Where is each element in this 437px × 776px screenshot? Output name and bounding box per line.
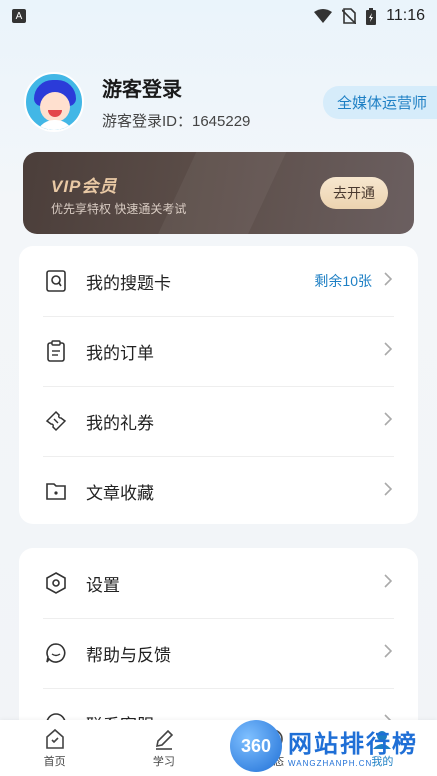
nav-label: 学习 xyxy=(152,755,175,768)
menu-item-orders[interactable]: 我的订单 xyxy=(19,316,418,386)
folder-favorite-icon xyxy=(45,480,67,502)
chevron-right-icon xyxy=(384,481,393,501)
menu-item-label: 文章收藏 xyxy=(86,483,154,503)
vip-subtitle: 优先享特权 快速通关考试 xyxy=(51,202,187,216)
chevron-right-icon xyxy=(384,341,393,361)
app-notification-icon: A xyxy=(12,9,26,23)
nav-label: 首页 xyxy=(43,755,66,768)
role-badge[interactable]: 全媒体运营师 xyxy=(322,86,437,119)
menu-item-help-feedback[interactable]: 帮助与反馈 xyxy=(19,618,418,688)
battery-icon xyxy=(366,7,377,25)
study-pencil-icon xyxy=(155,729,174,750)
menu-card-main: 我的搜题卡 剩余10张 我的订单 我的礼券 文章收藏 xyxy=(19,246,418,524)
menu-item-label: 设置 xyxy=(86,575,120,595)
vip-activate-button[interactable]: 去开通 xyxy=(320,177,388,209)
no-sim-icon xyxy=(342,8,357,24)
status-bar: A 11:16 xyxy=(0,0,437,32)
vip-title: VIP会员 xyxy=(51,177,118,196)
chevron-right-icon xyxy=(384,271,393,291)
menu-item-label: 我的订单 xyxy=(86,343,154,363)
search-card-remaining: 剩余10张 xyxy=(314,273,372,289)
chevron-right-icon xyxy=(384,411,393,431)
nav-study[interactable]: 学习 xyxy=(109,720,218,776)
menu-item-label: 我的搜题卡 xyxy=(86,273,171,293)
menu-item-favorites[interactable]: 文章收藏 xyxy=(19,456,418,526)
search-card-icon xyxy=(45,270,67,292)
avatar[interactable] xyxy=(24,72,84,132)
chat-feedback-icon xyxy=(45,642,67,664)
watermark-subtitle: WANGZHANPH.CN xyxy=(288,759,373,768)
wifi-icon xyxy=(314,9,333,23)
home-icon xyxy=(45,728,64,749)
clock: 11:16 xyxy=(386,7,425,24)
menu-item-label: 我的礼券 xyxy=(86,413,154,433)
watermark-logo: 360 xyxy=(230,720,282,772)
site-watermark: 360 网站排行榜 WANGZHANPH.CN xyxy=(230,716,437,776)
chevron-right-icon xyxy=(384,573,393,593)
settings-hexagon-icon xyxy=(45,572,67,594)
watermark-title: 网站排行榜 xyxy=(288,731,418,758)
menu-item-settings[interactable]: 设置 xyxy=(19,548,418,618)
menu-item-label: 帮助与反馈 xyxy=(86,645,171,665)
menu-item-coupons[interactable]: 我的礼券 xyxy=(19,386,418,456)
vip-banner[interactable]: VIP会员 优先享特权 快速通关考试 去开通 xyxy=(23,152,414,234)
coupon-ticket-icon xyxy=(45,410,67,432)
order-clipboard-icon xyxy=(45,340,67,362)
profile-name[interactable]: 游客登录 xyxy=(102,73,250,102)
nav-home[interactable]: 首页 xyxy=(0,720,109,776)
profile-header[interactable]: 游客登录 游客登录ID：1645229 全媒体运营师 xyxy=(24,72,437,132)
profile-id: 游客登录ID：1645229 xyxy=(102,113,251,130)
chevron-right-icon xyxy=(384,643,393,663)
menu-item-search-card[interactable]: 我的搜题卡 剩余10张 xyxy=(19,246,418,316)
